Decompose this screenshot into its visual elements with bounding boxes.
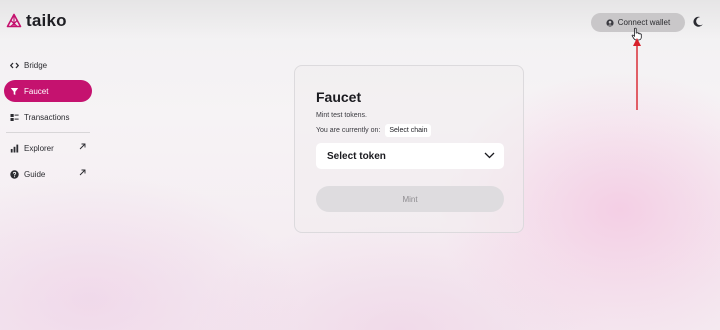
chain-prefix: You are currently on: — [316, 127, 381, 134]
sidebar-item-label: Faucet — [24, 86, 49, 96]
sidebar-item-label: Explorer — [24, 143, 54, 153]
help-circle-icon — [10, 169, 19, 179]
annotation-arrow — [633, 38, 641, 110]
sidebar-divider — [6, 132, 90, 133]
logo-text: taiko — [26, 11, 67, 30]
sidebar-item-guide[interactable]: Guide — [4, 163, 92, 185]
faucet-card: Faucet Mint test tokens. You are current… — [294, 65, 524, 233]
transactions-icon — [10, 113, 19, 122]
moon-icon[interactable] — [692, 16, 704, 28]
sidebar-item-bridge[interactable]: Bridge — [4, 54, 92, 76]
faucet-description: Mint test tokens. — [316, 112, 367, 119]
person-icon — [606, 18, 614, 27]
connect-wallet-label: Connect wallet — [617, 18, 671, 27]
sidebar-item-label: Guide — [24, 169, 46, 179]
current-chain-row: You are currently on: Select chain — [316, 124, 432, 137]
sidebar-item-label: Transactions — [24, 112, 70, 122]
page-title: Faucet — [316, 89, 362, 105]
chevron-down-icon — [484, 152, 495, 159]
funnel-icon — [10, 87, 19, 96]
mint-button[interactable]: Mint — [316, 186, 504, 212]
sidebar: Bridge Faucet Transactions Explorer Guid… — [4, 54, 92, 185]
select-chain-button[interactable]: Select chain — [385, 124, 432, 137]
select-token-dropdown[interactable]: Select token — [316, 143, 504, 169]
taiko-logo[interactable]: taiko — [6, 11, 67, 31]
sidebar-item-explorer[interactable]: Explorer — [4, 137, 92, 159]
external-link-icon — [79, 143, 86, 150]
bar-chart-icon — [10, 144, 19, 153]
sidebar-item-faucet[interactable]: Faucet — [4, 80, 92, 102]
sidebar-item-label: Bridge — [24, 60, 48, 70]
external-link-icon — [79, 169, 86, 176]
sidebar-item-transactions[interactable]: Transactions — [4, 106, 92, 128]
taiko-logo-icon — [6, 13, 22, 29]
bridge-icon — [10, 61, 19, 70]
select-token-label: Select token — [327, 150, 386, 162]
